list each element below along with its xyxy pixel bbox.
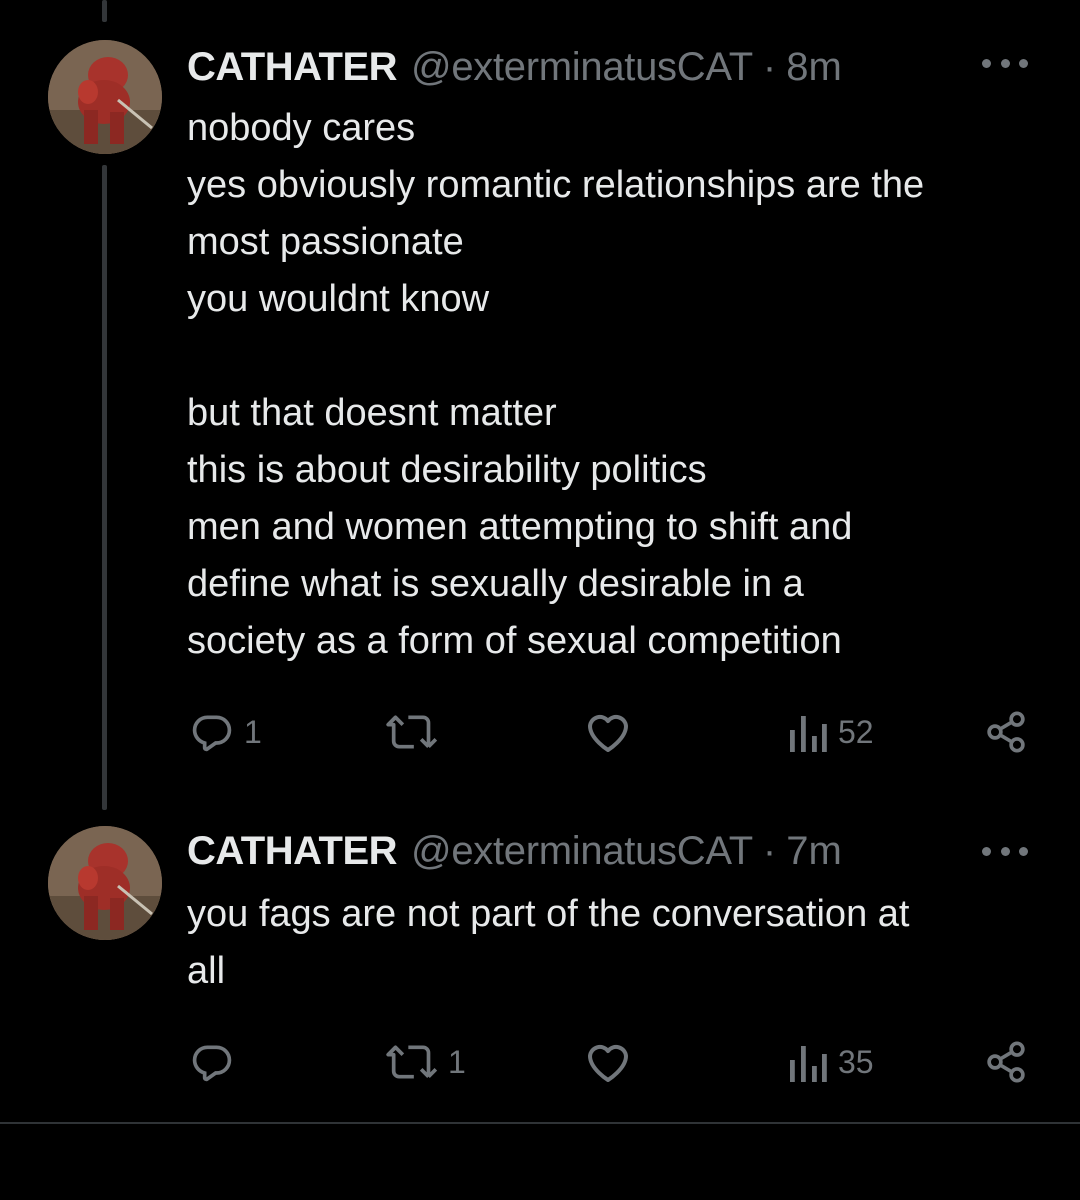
like-button[interactable] bbox=[584, 702, 642, 762]
retweet-button[interactable] bbox=[386, 702, 448, 762]
views-icon bbox=[790, 716, 827, 752]
heart-icon bbox=[588, 714, 628, 752]
more-icon-dot bbox=[1000, 846, 1010, 856]
tweet-text: nobody cares yes obviously romantic rela… bbox=[187, 100, 1047, 670]
share-button[interactable] bbox=[984, 1032, 1028, 1092]
more-icon bbox=[982, 846, 991, 856]
tweet-text-line: you wouldnt know bbox=[187, 278, 490, 320]
display-name[interactable]: CATHATER bbox=[187, 829, 398, 874]
avatar[interactable] bbox=[48, 826, 162, 940]
tweet-text-line bbox=[187, 328, 1047, 385]
more-options-button[interactable] bbox=[982, 48, 1028, 78]
tweet-text-line: but that doesnt matter bbox=[187, 392, 557, 434]
user-handle[interactable]: @exterminatusCAT bbox=[411, 829, 753, 874]
tweet-text-line: men and women attempting to shift and bbox=[187, 506, 853, 548]
separator-dot: · bbox=[762, 828, 777, 873]
divider bbox=[0, 1122, 1080, 1124]
more-options-button[interactable] bbox=[982, 836, 1028, 866]
tweet-text-line: most passionate bbox=[187, 221, 464, 263]
share-button[interactable] bbox=[984, 702, 1028, 762]
reply-icon bbox=[192, 715, 232, 752]
reply-count: 1 bbox=[244, 713, 262, 750]
timestamp[interactable]: 7m bbox=[786, 829, 842, 874]
timestamp[interactable]: 8m bbox=[786, 45, 842, 90]
tweet[interactable]: CATHATER @exterminatusCAT · 7m you fags … bbox=[0, 826, 1080, 1116]
tweet[interactable]: CATHATER @exterminatusCAT · 8m nobody ca… bbox=[0, 40, 1080, 780]
retweet-count: 1 bbox=[448, 1043, 466, 1080]
tweet-actions: 1 52 bbox=[0, 702, 1080, 762]
tweet-text-line: nobody cares bbox=[187, 107, 416, 149]
share-icon bbox=[987, 1041, 1025, 1083]
view-count: 52 bbox=[838, 713, 874, 750]
views-button[interactable]: 52 bbox=[788, 702, 874, 762]
retweet-icon bbox=[386, 1045, 438, 1079]
separator-dot: · bbox=[762, 44, 777, 89]
share-icon bbox=[987, 711, 1025, 753]
views-icon bbox=[790, 1046, 827, 1082]
more-icon-dot bbox=[1019, 846, 1028, 856]
reply-button[interactable] bbox=[190, 1032, 244, 1092]
avatar-image bbox=[48, 826, 162, 940]
user-handle[interactable]: @exterminatusCAT bbox=[411, 45, 753, 90]
avatar[interactable] bbox=[48, 40, 162, 154]
tweet-actions: 1 35 bbox=[0, 1032, 1080, 1092]
tweet-header: CATHATER @exterminatusCAT · 7m bbox=[187, 826, 842, 876]
views-button[interactable]: 35 bbox=[788, 1032, 874, 1092]
reply-icon bbox=[192, 1045, 232, 1082]
more-icon-dot bbox=[1000, 58, 1010, 68]
more-icon bbox=[982, 58, 991, 68]
reply-button[interactable]: 1 bbox=[190, 702, 262, 762]
tweet-text-line: society as a form of sexual competition bbox=[187, 620, 842, 662]
tweet-text-line: define what is sexually desirable in a bbox=[187, 563, 804, 605]
avatar-image bbox=[48, 40, 162, 154]
tweet-text: you fags are not part of the conversatio… bbox=[187, 886, 1047, 1000]
thread-line-top bbox=[102, 0, 107, 22]
tweet-text-line: all bbox=[187, 950, 226, 992]
display-name[interactable]: CATHATER bbox=[187, 45, 398, 90]
more-icon-dot bbox=[1019, 58, 1028, 68]
tweet-header: CATHATER @exterminatusCAT · 8m bbox=[187, 42, 842, 92]
retweet-icon bbox=[386, 715, 438, 749]
heart-icon bbox=[588, 1044, 628, 1082]
tweet-text-line: this is about desirability politics bbox=[187, 449, 707, 491]
tweet-text-line: yes obviously romantic relationships are… bbox=[187, 164, 925, 206]
tweet-text-line: you fags are not part of the conversatio… bbox=[187, 893, 910, 935]
like-button[interactable] bbox=[584, 1032, 642, 1092]
retweet-button[interactable]: 1 bbox=[386, 1032, 466, 1092]
view-count: 35 bbox=[838, 1043, 874, 1080]
